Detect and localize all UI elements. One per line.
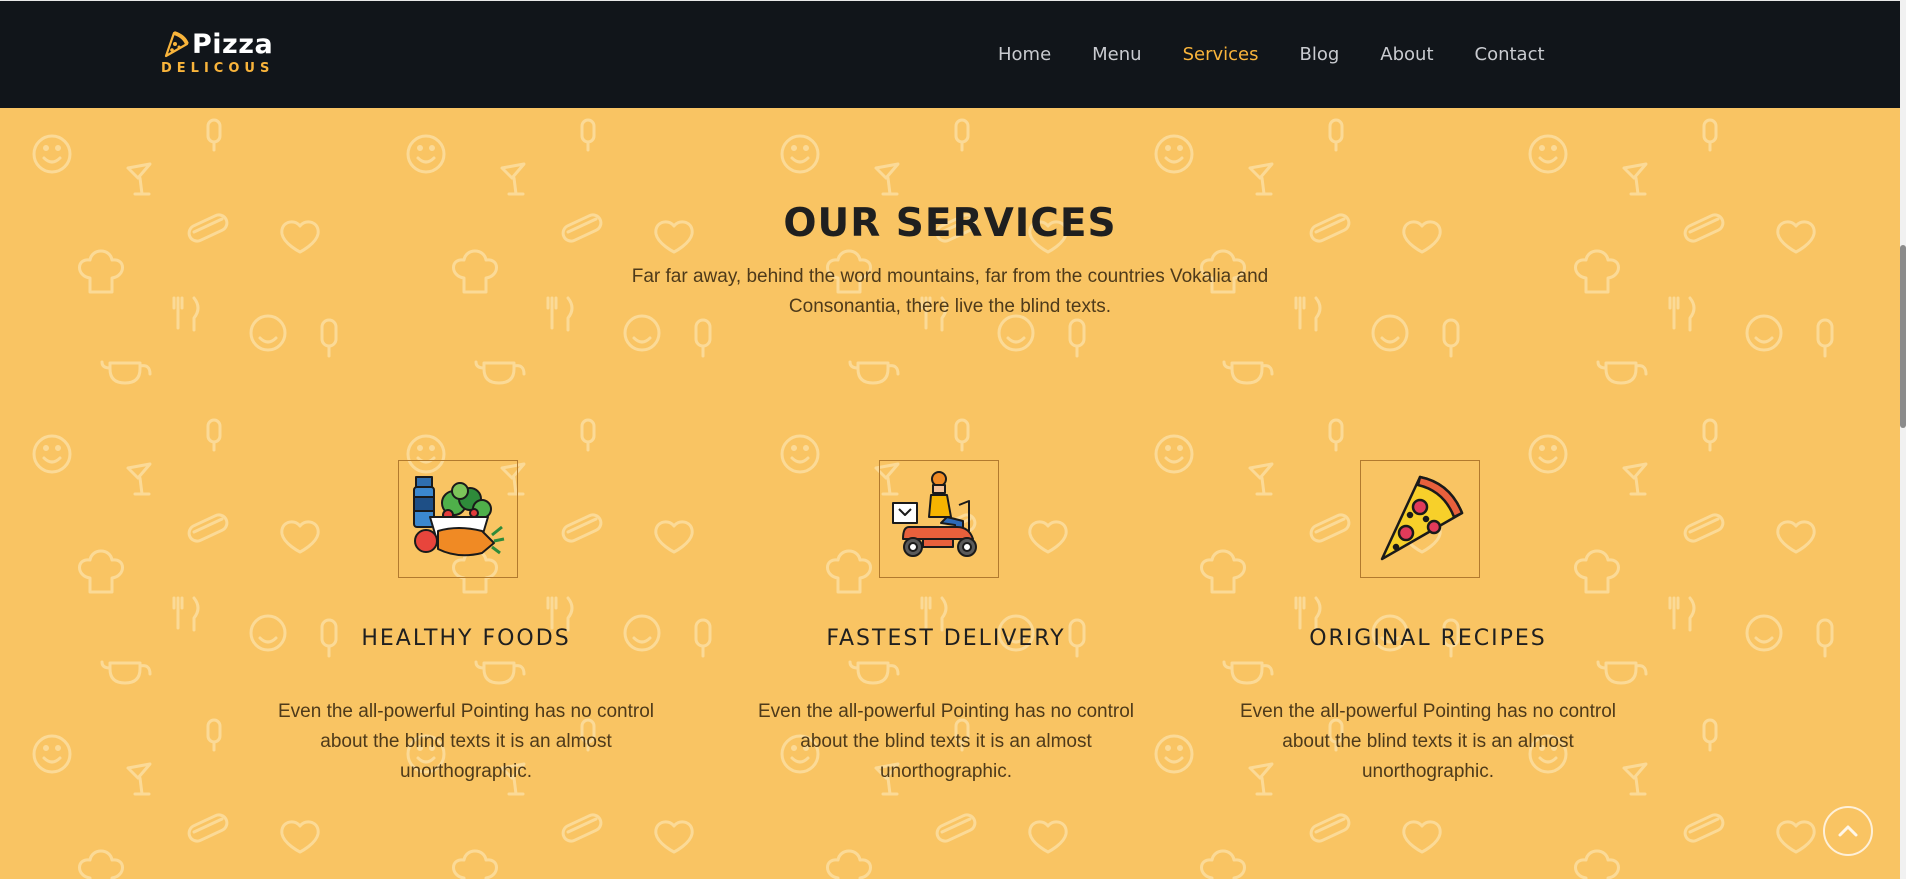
section-subtitle: Far far away, behind the word mountains,…	[631, 266, 1269, 317]
service-description: Even the all-powerful Pointing has no co…	[277, 701, 654, 782]
service-title: FASTEST DELIVERY	[826, 626, 1066, 651]
nav-home[interactable]: Home	[998, 44, 1051, 65]
top-navbar: Pizza DELICOUS Home Menu Services Blog A…	[0, 0, 1900, 108]
delivery-scooter-icon	[892, 471, 977, 557]
nav-menu[interactable]: Menu	[1092, 44, 1141, 65]
page-scrollbar[interactable]	[1900, 0, 1906, 879]
service-description: Even the all-powerful Pointing has no co…	[1239, 701, 1616, 782]
chevron-up-icon	[1838, 825, 1858, 837]
nav-blog[interactable]: Blog	[1299, 44, 1339, 65]
nav-about[interactable]: About	[1380, 44, 1433, 65]
service-title: HEALTHY FOODS	[361, 626, 571, 651]
service-description: Even the all-powerful Pointing has no co…	[757, 701, 1134, 782]
scrollbar-thumb[interactable]	[1900, 245, 1906, 428]
service-icon-box	[1360, 460, 1480, 578]
scroll-to-top-button[interactable]	[1823, 806, 1873, 856]
brand-tagline: DELICOUS	[161, 61, 275, 76]
page: Pizza DELICOUS Home Menu Services Blog A…	[0, 0, 1900, 879]
brand-name: Pizza	[192, 29, 274, 60]
service-icon-box	[398, 460, 518, 578]
pizza-slice-icon	[1380, 475, 1464, 561]
main-nav: Home Menu Services Blog About Contact	[998, 44, 1586, 65]
service-title: ORIGINAL RECIPES	[1309, 626, 1547, 651]
pizza-slice-icon	[164, 31, 189, 58]
service-icon-box	[879, 460, 999, 578]
section-title: OUR SERVICES	[783, 201, 1117, 246]
nav-contact[interactable]: Contact	[1475, 44, 1545, 65]
nav-services[interactable]: Services	[1183, 44, 1259, 65]
groceries-icon	[413, 476, 505, 557]
